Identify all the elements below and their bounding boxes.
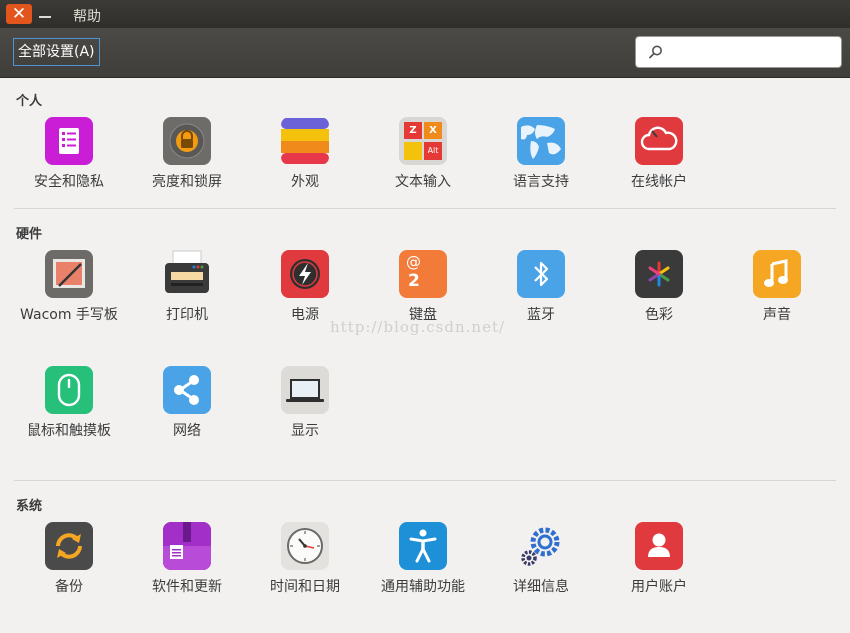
keyboard-num-glyph: 2: [408, 271, 420, 291]
settings-item-display[interactable]: 显示: [246, 366, 364, 443]
language-support-icon: [517, 117, 565, 165]
settings-item-label: 网络: [173, 423, 201, 439]
settings-item-label: 亮度和锁屏: [152, 174, 222, 190]
settings-item-brightness-lock[interactable]: 亮度和锁屏: [128, 117, 246, 194]
search-input[interactable]: [670, 41, 839, 65]
security-privacy-icon: [45, 117, 93, 165]
settings-item-label: 在线帐户: [631, 174, 687, 190]
details-icon: [517, 522, 565, 570]
settings-item-color[interactable]: 色彩: [600, 250, 718, 327]
menu-help[interactable]: 帮助: [73, 6, 101, 26]
settings-item-software-updates[interactable]: 软件和更新: [128, 522, 246, 599]
section-divider: [14, 208, 836, 209]
online-accounts-icon: [635, 117, 683, 165]
settings-item-time-date[interactable]: 时间和日期: [246, 522, 364, 599]
color-icon: [635, 250, 683, 298]
power-icon: [281, 250, 329, 298]
settings-item-label: 时间和日期: [270, 579, 340, 595]
network-icon: [163, 366, 211, 414]
text-entry-key-x: X: [424, 122, 442, 139]
keyboard-icon: @ 2: [399, 250, 447, 298]
printer-icon: [163, 250, 211, 298]
settings-item-label: 通用辅助功能: [381, 579, 465, 595]
wacom-tablet-icon: [45, 250, 93, 298]
settings-item-label: 语言支持: [513, 174, 569, 190]
settings-item-network[interactable]: 网络: [128, 366, 246, 443]
settings-item-label: 外观: [291, 174, 319, 190]
settings-item-bluetooth[interactable]: 蓝牙: [482, 250, 600, 327]
text-entry-icon: Z X Alt: [399, 117, 447, 165]
settings-item-printer[interactable]: 打印机: [128, 250, 246, 327]
window-titlebar: ✕ 帮助: [0, 0, 850, 28]
settings-item-appearance[interactable]: 外观: [246, 117, 364, 194]
settings-item-label: 显示: [291, 423, 319, 439]
universal-access-icon: [399, 522, 447, 570]
settings-item-language-support[interactable]: 语言支持: [482, 117, 600, 194]
software-updates-icon: [163, 522, 211, 570]
settings-item-keyboard[interactable]: @ 2 键盘: [364, 250, 482, 327]
settings-item-wacom-tablet[interactable]: Wacom 手写板: [10, 250, 128, 327]
settings-item-security-privacy[interactable]: 安全和隐私: [10, 117, 128, 194]
time-date-icon: [281, 522, 329, 570]
appearance-icon: [281, 117, 329, 165]
close-window-button[interactable]: ✕: [6, 4, 32, 24]
brightness-lock-icon: [163, 117, 211, 165]
keyboard-at-glyph: @: [406, 253, 421, 271]
display-icon: [281, 366, 329, 414]
backup-icon: [45, 522, 93, 570]
user-accounts-icon: [635, 522, 683, 570]
settings-item-label: 声音: [763, 307, 791, 323]
settings-item-label: 详细信息: [513, 579, 569, 595]
bluetooth-icon: [517, 250, 565, 298]
section-title-system: 系统: [16, 499, 43, 514]
settings-panel: 个人 安全和隐私 亮度和锁屏 外观 Z X Alt 文本输入 语言支持 在线帐户…: [0, 78, 850, 633]
settings-item-label: 备份: [55, 579, 83, 595]
settings-item-label: 文本输入: [395, 174, 451, 190]
text-entry-key-dial: [404, 142, 422, 160]
settings-item-label: 鼠标和触摸板: [27, 423, 111, 439]
settings-item-label: 安全和隐私: [34, 174, 104, 190]
mouse-touchpad-icon: [45, 366, 93, 414]
minimize-window-button[interactable]: [34, 4, 56, 24]
sound-icon: [753, 250, 801, 298]
section-title-personal: 个人: [16, 94, 43, 109]
settings-item-sound[interactable]: 声音: [718, 250, 836, 327]
watermark: http://blog.csdn.net/: [330, 318, 506, 336]
settings-item-backup[interactable]: 备份: [10, 522, 128, 599]
search-icon: [649, 45, 662, 59]
settings-item-user-accounts[interactable]: 用户账户: [600, 522, 718, 599]
section-divider: [14, 480, 836, 481]
settings-item-text-entry[interactable]: Z X Alt 文本输入: [364, 117, 482, 194]
settings-item-label: 用户账户: [631, 579, 687, 595]
settings-item-label: 软件和更新: [152, 579, 222, 595]
settings-item-details[interactable]: 详细信息: [482, 522, 600, 599]
search-box[interactable]: [635, 36, 842, 68]
settings-item-mouse-touchpad[interactable]: 鼠标和触摸板: [10, 366, 128, 443]
text-entry-key-alt: Alt: [424, 142, 442, 160]
section-title-hardware: 硬件: [16, 227, 43, 242]
settings-item-label: 打印机: [166, 307, 208, 323]
settings-item-power[interactable]: 电源: [246, 250, 364, 327]
toolbar: 全部设置(A): [0, 28, 850, 78]
settings-item-label: 色彩: [645, 307, 673, 323]
settings-item-online-accounts[interactable]: 在线帐户: [600, 117, 718, 194]
text-entry-key-z: Z: [404, 122, 422, 139]
settings-item-universal-access[interactable]: 通用辅助功能: [364, 522, 482, 599]
settings-item-label: Wacom 手写板: [20, 307, 118, 323]
all-settings-button[interactable]: 全部设置(A): [13, 38, 100, 66]
